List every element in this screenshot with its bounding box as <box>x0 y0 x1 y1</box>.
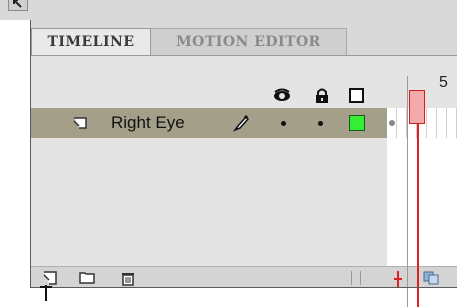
layers-empty-area <box>31 138 387 266</box>
lock-dot[interactable] <box>318 121 323 126</box>
pencil-icon <box>233 114 250 132</box>
resize-grip[interactable] <box>351 271 361 285</box>
delete-icon[interactable] <box>121 271 135 286</box>
keyframe-dot <box>389 120 395 126</box>
frame-cell[interactable] <box>397 108 407 138</box>
tab-motion-editor[interactable]: MOTION EDITOR <box>151 28 347 55</box>
center-frame-icon[interactable] <box>393 271 403 287</box>
timeline-window: TIMELINE MOTION EDITOR 5 Right Eye <box>0 0 457 307</box>
frame-cell[interactable] <box>427 108 437 138</box>
collapse-button[interactable] <box>8 0 28 11</box>
timeline-panel: TIMELINE MOTION EDITOR 5 Right Eye <box>30 20 457 307</box>
lock-icon[interactable] <box>315 88 329 104</box>
frame-cell[interactable] <box>437 108 447 138</box>
mouse-cursor <box>45 285 47 301</box>
arrow-up-left-icon <box>13 0 22 8</box>
bottom-toolbar <box>31 266 457 288</box>
onion-skin-icon[interactable] <box>423 271 439 285</box>
visibility-dot[interactable] <box>281 121 286 126</box>
frames-empty-area <box>387 138 457 266</box>
tab-timeline[interactable]: TIMELINE <box>31 28 151 55</box>
top-strip <box>0 0 457 20</box>
outline-color-swatch[interactable] <box>349 115 365 131</box>
playhead[interactable] <box>409 90 425 124</box>
column-separator <box>407 76 408 307</box>
eye-icon[interactable] <box>273 88 291 102</box>
layer-header-row <box>31 56 457 108</box>
new-folder-icon[interactable] <box>79 271 95 284</box>
frame-cell[interactable] <box>387 108 397 138</box>
tab-bar: TIMELINE MOTION EDITOR <box>31 28 457 56</box>
layer-icon <box>73 117 87 129</box>
new-layer-icon[interactable] <box>43 271 57 285</box>
layer-name[interactable]: Right Eye <box>111 113 185 133</box>
frame-number-label: 5 <box>439 74 448 91</box>
frame-cell[interactable] <box>447 108 457 138</box>
outline-icon[interactable] <box>349 88 365 104</box>
panel-bottom-border <box>30 287 457 288</box>
